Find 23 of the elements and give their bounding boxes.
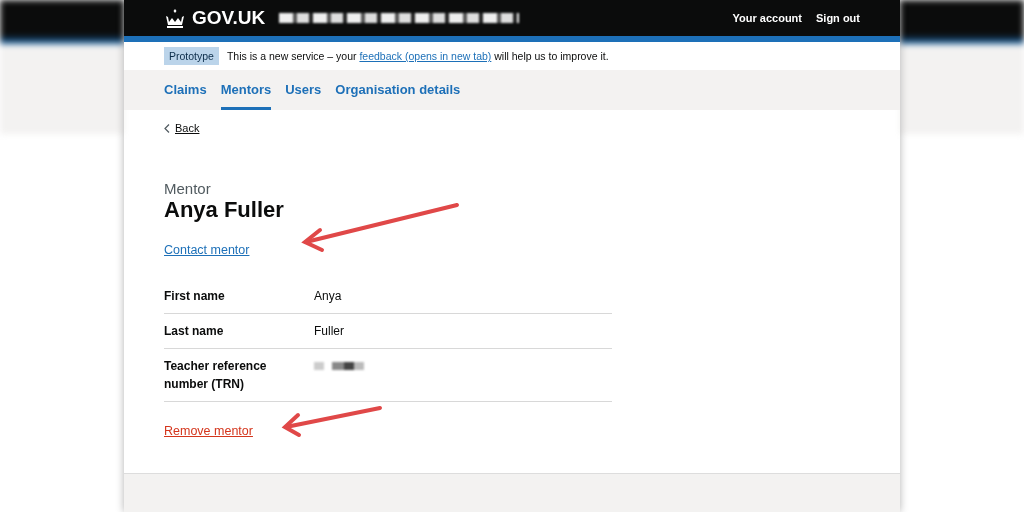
nav-tab[interactable]: Organisation details [335,70,461,110]
summary-key: Teacher reference number (TRN) [164,357,294,393]
chevron-icon [164,123,170,133]
header-link[interactable]: Your account [732,12,802,24]
summary-value: Fuller [314,323,345,340]
page-heading: Anya Fuller [164,197,284,223]
summary-key: First name [164,287,294,305]
govuk-logo[interactable]: GOV.UK [192,7,266,29]
remove-link[interactable]: Remove mentor [164,424,253,438]
summary-key: Last name [164,322,294,340]
phase-banner-text: This is a new service – your feedback (opens in new tab) will help us to improve it. [226,50,609,62]
prototype-tag: Prototype [164,47,219,65]
nav-tab[interactable]: Users [285,70,322,110]
crown-icon [164,8,186,28]
contact-link[interactable]: Contact mentor [164,243,250,257]
blurred-value [314,362,364,370]
back-link[interactable]: Back [164,122,200,134]
feedback-link[interactable]: feedback (opens in new tab) [359,50,492,62]
page-caption: Mentor [164,180,211,197]
nav-tab[interactable]: Mentors [220,70,272,110]
summary-value: Anya [314,288,343,305]
header-link[interactable]: Sign out [816,12,860,24]
nav-tab[interactable]: Claims [164,70,207,110]
